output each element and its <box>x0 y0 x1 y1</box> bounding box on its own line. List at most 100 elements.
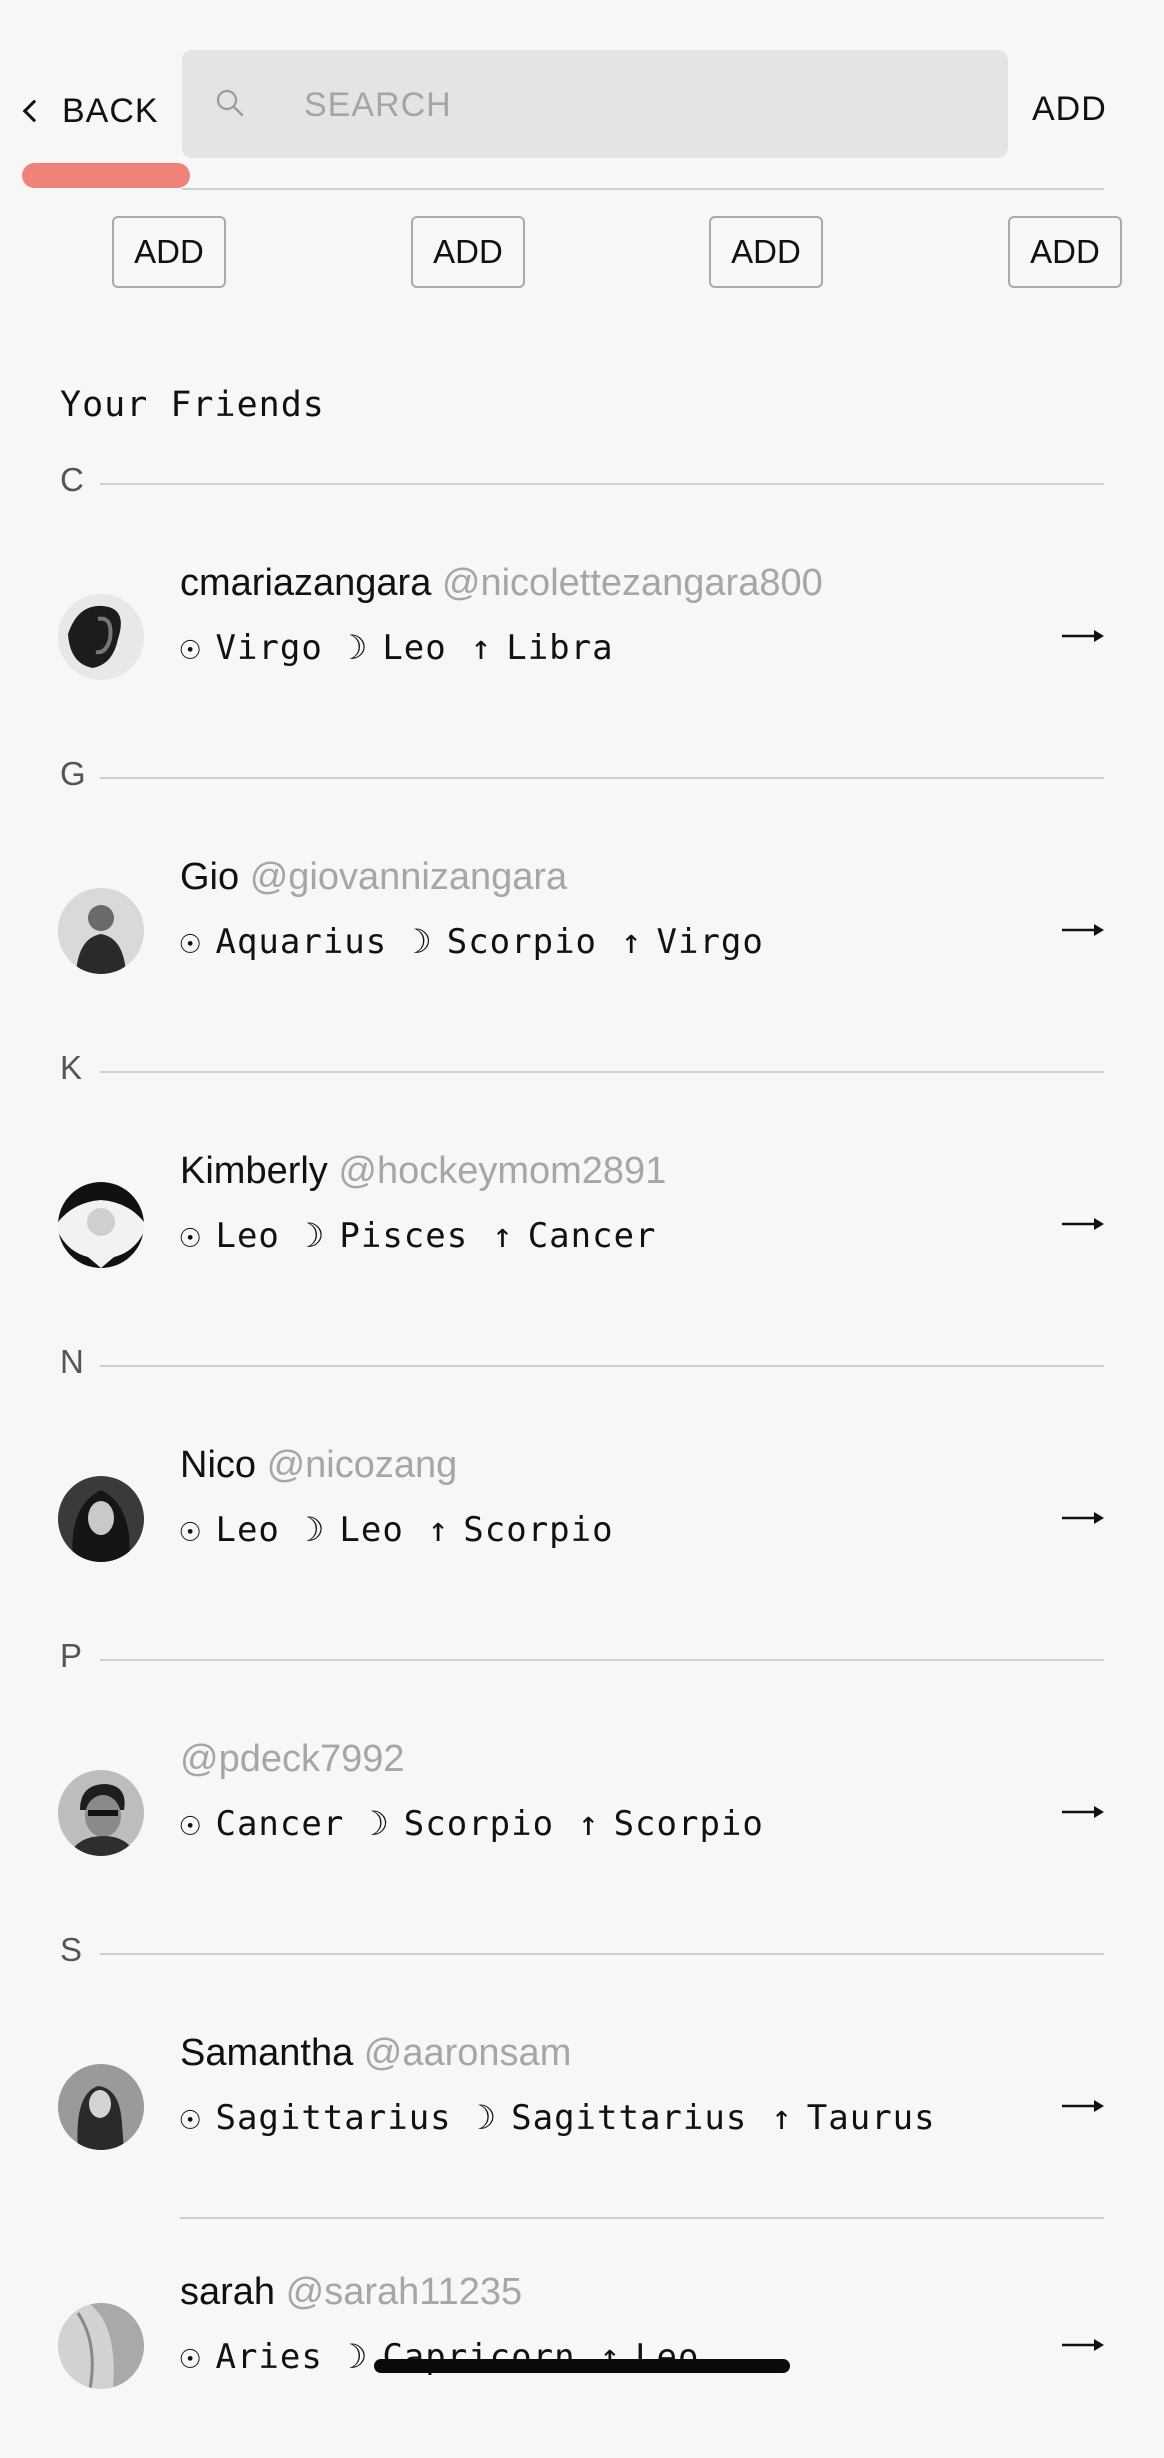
astro-signs: ☉ Leo ☽ Pisces ↑ Cancer <box>180 1216 681 1256</box>
arrow-right-icon[interactable] <box>1060 920 1106 940</box>
avatar[interactable] <box>58 888 144 974</box>
add-button[interactable]: ADD <box>709 216 823 288</box>
sun-sign: Aries <box>215 2337 323 2377</box>
friend-name: Gio <box>180 856 240 898</box>
avatar[interactable] <box>58 1182 144 1268</box>
search-input[interactable] <box>302 76 986 134</box>
avatar[interactable] <box>58 1476 144 1562</box>
avatar[interactable] <box>58 594 144 680</box>
friend-row[interactable]: cmariazangara @nicolettezangara800 ☉ Virgo… <box>0 510 1164 749</box>
avatar[interactable] <box>58 2064 144 2150</box>
astro-signs: ☉ Aquarius ☽ Scorpio ↑ Virgo <box>180 922 788 962</box>
friend-name: Nico <box>180 1444 257 1486</box>
friend-handle: @hockeymom2891 <box>338 1150 667 1192</box>
search-icon <box>216 89 244 117</box>
section-letter: C <box>60 461 84 498</box>
friends-list: Ccmariazangara @nicolettezangara800 ☉ Virg… <box>0 455 1164 2458</box>
sun-sign: Leo <box>215 1510 280 1550</box>
moon-sign: Leo <box>382 628 447 668</box>
rising-sign: Cancer <box>527 1216 657 1256</box>
moon-sign: Scorpio <box>403 1804 555 1844</box>
friend-name-line: Gio @giovannizangara <box>180 856 567 899</box>
moon-sign: Pisces <box>339 1216 469 1256</box>
arrow-right-icon[interactable] <box>1060 2335 1106 2355</box>
friend-name-line: Kimberly @hockeymom2891 <box>180 1150 666 1193</box>
back-highlight-mark <box>22 163 190 188</box>
top-bar: BACK ADD <box>0 0 1164 195</box>
friend-row[interactable]: Samantha @aaronsam ☉ Sagittarius ☽ Sagittari… <box>0 1980 1164 2219</box>
section-letter: K <box>60 1049 83 1086</box>
chevron-left-icon <box>22 99 46 123</box>
friend-row[interactable]: @pdeck7992 ☉ Cancer ☽ Scorpio ↑ Scorpio <box>0 1686 1164 1925</box>
friend-row[interactable]: sarah @sarah11235 ☉ Aries ☽ Capricorn ↑ Leo <box>0 2219 1164 2458</box>
section-header: K <box>0 1043 1164 1098</box>
section-divider <box>100 1953 1104 1955</box>
friend-row[interactable]: Kimberly @hockeymom2891 ☉ Leo ☽ Pisces ↑ Cance… <box>0 1098 1164 1337</box>
rising-sign: Taurus <box>806 2098 936 2138</box>
back-button[interactable]: BACK <box>20 84 159 138</box>
back-label: BACK <box>62 91 159 130</box>
moon-icon: ☽ <box>368 1804 390 1844</box>
rising-sign: Libra <box>506 628 614 668</box>
moon-icon: ☽ <box>475 2098 498 2138</box>
sun-sign: Aquarius <box>215 922 388 962</box>
friend-name-line: sarah @sarah11235 <box>180 2271 522 2314</box>
moon-icon: ☽ <box>346 628 369 668</box>
section-header: C <box>0 455 1164 510</box>
section-divider <box>100 1365 1104 1367</box>
section-header: G <box>0 749 1164 804</box>
friend-row[interactable]: Nico @nicozang ☉ Leo ☽ Leo ↑ Scorpio <box>0 1392 1164 1631</box>
section-letter: N <box>60 1343 84 1380</box>
section-divider <box>100 1659 1104 1661</box>
add-button-top[interactable]: ADD <box>1032 90 1107 129</box>
rising-icon: ↑ <box>492 1216 514 1256</box>
moon-sign: Sagittarius <box>511 2098 748 2138</box>
friend-handle: @giovannizangara <box>249 856 568 898</box>
friend-name-line: @pdeck7992 <box>180 1738 405 1781</box>
divider <box>182 188 1104 190</box>
arrow-right-icon[interactable] <box>1060 1214 1106 1234</box>
friends-section-title: Your Friends <box>60 385 325 425</box>
rising-icon: ↑ <box>470 628 493 668</box>
section-letter: G <box>60 755 86 792</box>
moon-icon: ☽ <box>303 1510 326 1550</box>
astro-signs: ☉ Leo ☽ Leo ↑ Scorpio <box>180 1510 638 1550</box>
rising-icon: ↑ <box>771 2098 793 2138</box>
sun-icon: ☉ <box>180 922 202 962</box>
section-divider <box>100 1071 1104 1073</box>
add-buttons-row: ADD ADD ADD ADD <box>0 216 1164 291</box>
arrow-right-icon[interactable] <box>1060 2096 1106 2116</box>
friend-handle: @nicolettezangara800 <box>441 562 823 604</box>
rising-sign: Virgo <box>656 922 764 962</box>
sun-icon: ☉ <box>180 2337 202 2377</box>
astro-signs: ☉ Cancer ☽ Scorpio ↑ Scorpio <box>180 1804 788 1844</box>
add-button[interactable]: ADD <box>112 216 226 288</box>
friend-name: Samantha <box>180 2032 354 2074</box>
arrow-right-icon[interactable] <box>1060 1802 1106 1822</box>
arrow-right-icon[interactable] <box>1060 626 1106 646</box>
moon-sign: Leo <box>339 1510 404 1550</box>
friend-row[interactable]: Gio @giovannizangara ☉ Aquarius ☽ Scorpio ↑ Vi… <box>0 804 1164 1043</box>
rising-sign: Scorpio <box>613 1804 764 1844</box>
add-button[interactable]: ADD <box>1008 216 1122 288</box>
moon-icon: ☽ <box>411 922 433 962</box>
rising-icon: ↑ <box>578 1804 600 1844</box>
avatar[interactable] <box>58 2303 144 2389</box>
arrow-right-icon[interactable] <box>1060 1508 1106 1528</box>
friend-name: Kimberly <box>180 1150 328 1192</box>
rising-sign: Scorpio <box>463 1510 614 1550</box>
friend-name-line: Nico @nicozang <box>180 1444 457 1487</box>
section-divider <box>100 777 1104 779</box>
section-header: P <box>0 1631 1164 1686</box>
add-button[interactable]: ADD <box>411 216 525 288</box>
friend-name: sarah <box>180 2271 276 2313</box>
section-letter: S <box>60 1931 83 1968</box>
avatar[interactable] <box>58 1770 144 1856</box>
friend-handle: @nicozang <box>266 1444 458 1486</box>
sun-icon: ☉ <box>180 1216 202 1256</box>
section-header: S <box>0 1925 1164 1980</box>
home-indicator[interactable] <box>374 2359 790 2373</box>
friend-name-line: Samantha @aaronsam <box>180 2032 571 2075</box>
search-box[interactable] <box>182 50 1008 158</box>
friend-handle: @sarah11235 <box>285 2271 523 2313</box>
